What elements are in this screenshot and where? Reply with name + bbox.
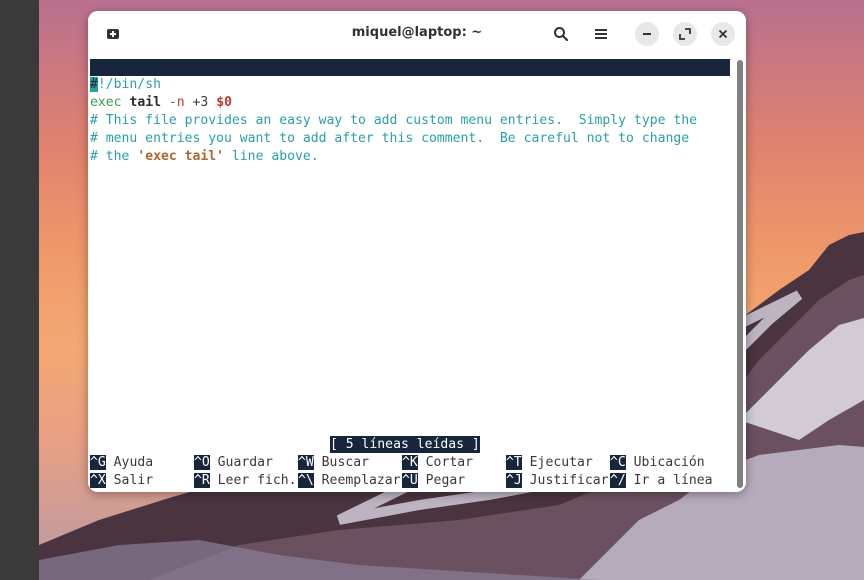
close-button[interactable]	[711, 22, 735, 46]
shortcut-justify[interactable]: ^J Justificar	[506, 472, 609, 490]
code-line-3: # This file provides an easy way to add …	[90, 113, 697, 128]
title-bar: miquel@laptop: ~	[88, 11, 746, 57]
shortcut-search[interactable]: ^W Buscar	[298, 454, 369, 472]
shortcut-go-to-line[interactable]: ^/ Ir a línea	[610, 472, 713, 490]
shortcut-help[interactable]: ^G Ayuda	[90, 454, 153, 472]
shortcut-paste[interactable]: ^U Pegar	[402, 472, 465, 490]
nano-header-bar: GNU nano 6.2 /etc/grub.d/40_custom	[90, 59, 730, 109]
nano-status-message: [ 5 líneas leídas ]	[330, 436, 480, 453]
nano-filename: /etc/grub.d/40_custom	[347, 94, 513, 109]
search-icon	[554, 27, 569, 42]
shortcut-read-file[interactable]: ^R Leer fich.	[194, 472, 297, 490]
code-line-5: # the 'exec tail' line above.	[90, 149, 319, 164]
code-line-1: #!/bin/sh	[90, 77, 161, 92]
vertical-scrollbar[interactable]	[734, 57, 746, 492]
terminal-window: miquel@laptop: ~ GNU nano 6.2 /etc/grub.…	[88, 11, 746, 492]
shortcut-cut[interactable]: ^K Cortar	[402, 454, 473, 472]
left-dock	[0, 0, 39, 580]
minimize-button[interactable]	[635, 22, 659, 46]
nano-editor[interactable]: GNU nano 6.2 /etc/grub.d/40_custom #!/bi…	[88, 57, 733, 492]
hamburger-menu-icon	[595, 29, 607, 39]
scrollbar-thumb[interactable]	[737, 60, 743, 488]
search-button[interactable]	[549, 22, 573, 46]
close-icon	[718, 29, 728, 39]
shortcut-save[interactable]: ^O Guardar	[194, 454, 273, 472]
minimize-icon	[643, 33, 651, 35]
maximize-button[interactable]	[673, 22, 697, 46]
maximize-icon	[679, 28, 691, 40]
shortcut-location[interactable]: ^C Ubicación	[610, 454, 705, 472]
code-line-4: # menu entries you want to add after thi…	[90, 131, 690, 146]
shortcut-execute[interactable]: ^T Ejecutar	[506, 454, 593, 472]
menu-button[interactable]	[589, 22, 613, 46]
code-line-2: exec tail -n +3 $0	[90, 95, 232, 110]
text-cursor: #	[90, 77, 98, 92]
shortcut-exit[interactable]: ^X Salir	[90, 472, 153, 490]
shortcut-replace[interactable]: ^\ Reemplazar	[298, 472, 401, 490]
